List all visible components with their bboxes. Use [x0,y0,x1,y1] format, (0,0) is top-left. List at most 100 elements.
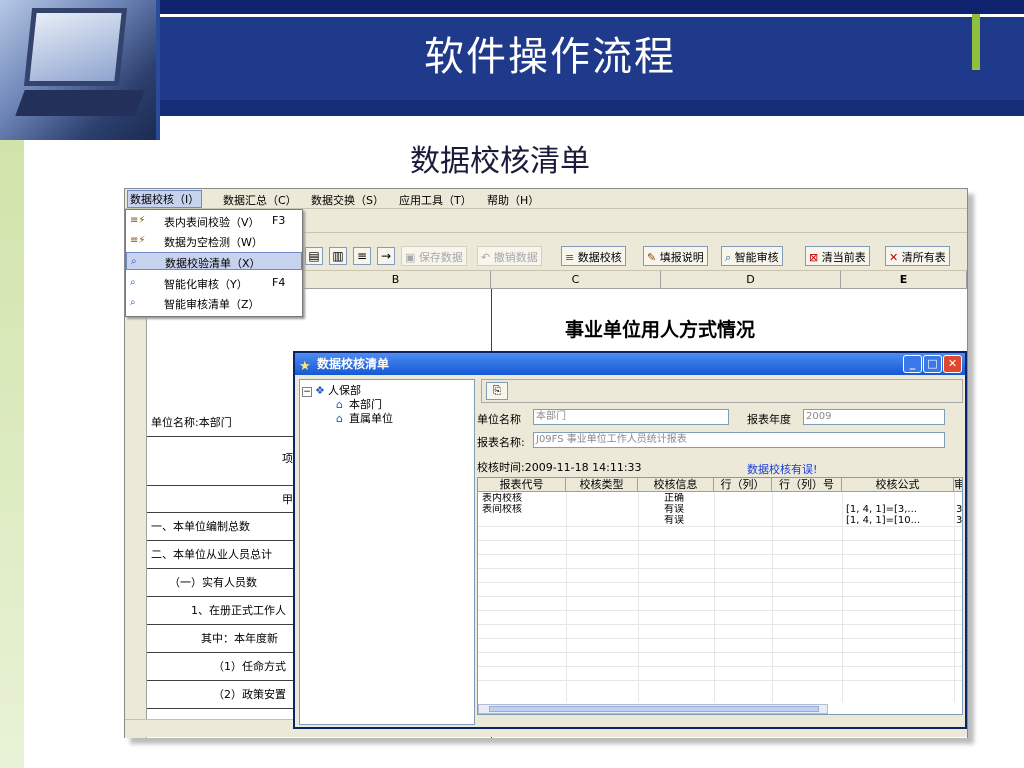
dropdown-item-table-check[interactable]: ≡⚡ 表内表间校验（V） F3 [126,212,302,230]
grid-line [714,492,715,702]
undo-data-button[interactable]: ↶ 撤销数据 [477,246,542,266]
grid-line [478,540,962,541]
grid-cell-code[interactable]: 表间校核 [482,504,522,515]
save-data-button[interactable]: ▣ 保存数据 [401,246,467,266]
report-name-field[interactable]: J09FS 事业单位工作人员统计报表 [533,432,945,448]
row-label-2[interactable]: 二、本单位从业人员总计 [147,541,297,569]
grid-cell-info[interactable]: 正确 [664,493,684,504]
monitor-illustration [23,8,128,86]
menu-tools[interactable]: 应用工具（T） [399,192,472,208]
grid-header-type[interactable]: 校核类型 [566,478,638,492]
unit-name-cell[interactable]: 单位名称:本部门 [147,409,297,437]
grid-header-code[interactable]: 报表代号 [478,478,566,492]
menu-data-check[interactable]: 数据校核（I） [127,190,203,208]
clear-current-button[interactable]: ⊠ 清当前表 [805,246,870,266]
check-icon: ≡ [565,251,578,264]
pencil-icon: ✎ [647,251,660,264]
grid-line [638,492,639,702]
smart-review-button[interactable]: ⌕ 智能审核 [721,246,783,266]
check-time: 校核时间:2009-11-18 14:11:33 [477,461,642,474]
slide-title: 软件操作流程 [424,34,676,80]
report-name-label: 报表名称: [477,436,525,449]
data-check-label: 数据校核 [577,251,622,264]
unit-name-label: 单位名称 [477,413,521,426]
check-error-message: 数据校核有误! [747,463,818,476]
dropdown-item-smart-review-list[interactable]: ⌕ 智能审核清单（Z） [126,294,302,312]
project-header-cell[interactable]: 项 [147,445,297,473]
tree-node-subsidiary[interactable]: ⌂ 直属单位 [336,410,393,426]
fill-instructions-label: 填报说明 [659,251,704,264]
grid-cell-code[interactable]: 表内校核 [482,493,522,504]
house-icon: ⌂ [336,412,343,425]
horizontal-scrollbar[interactable] [478,704,828,714]
grid-line [478,638,962,639]
grid-cell-extra[interactable]: 3 [956,504,962,515]
column-header-c[interactable]: C [491,271,661,289]
check-details-pane: ⎘ 单位名称 本部门 报表年度 2009 报表名称: J09FS 事业单位工作人… [477,379,963,725]
grid-line [954,492,955,702]
grid-cell-info[interactable]: 有误 [664,504,684,515]
maximize-icon[interactable]: □ [923,355,942,373]
dropdown-item-empty-check[interactable]: ≡⚡ 数据为空检测（W） [126,232,302,250]
column-header-d[interactable]: D [661,271,841,289]
row-label-3[interactable]: （一）实有人员数 [147,569,297,597]
grid-line [566,492,567,702]
menu-data-exchange[interactable]: 数据交换（S） [311,192,384,208]
org-icon: ❖ [315,384,325,397]
data-check-button[interactable]: ≡ 数据校核 [561,246,626,266]
smart-review-list-icon: ⌕ [130,297,136,308]
grid-line [478,610,962,611]
dropdown-item-check-list[interactable]: ⌕ 数据校验清单（X） [126,252,302,270]
grid-header-rowcol-no[interactable]: 行（列）号 [772,478,842,492]
header-top-strip [160,0,1024,14]
row-label-6[interactable]: （1）任命方式 [147,653,297,681]
column-header-e[interactable]: E [841,271,967,289]
green-accent-bar [972,14,980,70]
grid-cell-info[interactable]: 有误 [664,515,684,526]
grid-header-info[interactable]: 校核信息 [638,478,714,492]
undo-icon: ↶ [481,251,494,264]
row-label-7[interactable]: （2）政策安置 [147,681,297,709]
report-year-field[interactable]: 2009 [803,409,945,425]
fill-instructions-button[interactable]: ✎ 填报说明 [643,246,708,266]
row-label-1[interactable]: 一、本单位编制总数 [147,513,297,541]
dialog-titlebar[interactable]: ★ 数据校核清单 _ □ ✕ [295,353,965,375]
paste-icon[interactable]: ▤ [305,247,323,265]
grid-cell-extra[interactable]: 3 [956,515,962,526]
collapse-icon[interactable]: − [302,387,312,397]
menu-help[interactable]: 帮助（H） [487,192,539,208]
clipboard-icon[interactable]: ▥ [329,247,347,265]
check-icon: ≡⚡ [130,215,146,226]
dropdown-item-label: 智能化审核（Y） [164,278,248,291]
column-header-b[interactable]: B [301,271,491,289]
menu-data-summary[interactable]: 数据汇总（C） [223,192,297,208]
grid-header-formula[interactable]: 校核公式 [842,478,954,492]
grid-line [478,582,962,583]
arrow-right-icon[interactable]: → [377,247,395,265]
dropdown-item-label: 智能审核清单（Z） [164,298,260,311]
row-label-4[interactable]: 1、在册正式工作人 [147,597,297,625]
insert-rows-icon[interactable]: ≡ [353,247,371,265]
computer-photo [0,0,160,140]
grid-line [478,568,962,569]
grid-header-rowcol[interactable]: 行（列） [714,478,772,492]
app-window: 数据校核（I） 数据汇总（C） 数据交换（S） 应用工具（T） 帮助（H） ▤ … [124,188,968,738]
grid-line [772,492,773,702]
dropdown-item-smart-review[interactable]: ⌕ 智能化审核（Y） F4 [126,274,302,292]
grid-line [478,680,962,681]
dropdown-item-label: 数据为空检测（W） [164,236,263,249]
close-icon[interactable]: ✕ [943,355,962,373]
minimize-icon[interactable]: _ [903,355,922,373]
grid-header-review[interactable]: 审 [954,478,962,492]
unit-name-field[interactable]: 本部门 [533,409,729,425]
row-label-5[interactable]: 其中：本年度新 [147,625,297,653]
grid-line [478,526,962,527]
grid-cell-formula[interactable]: [1, 4, 1]=[10... [846,515,950,526]
scrollbar-thumb[interactable] [489,706,819,712]
save-data-label: 保存数据 [418,251,463,264]
jia-header-cell[interactable]: 甲 [147,485,297,513]
grid-cell-formula[interactable]: [1, 4, 1]=[3,... [846,504,950,515]
clear-all-button[interactable]: ✕ 清所有表 [885,246,950,266]
export-icon[interactable]: ⎘ [486,382,508,400]
dialog-toolbar: ⎘ [481,379,963,403]
